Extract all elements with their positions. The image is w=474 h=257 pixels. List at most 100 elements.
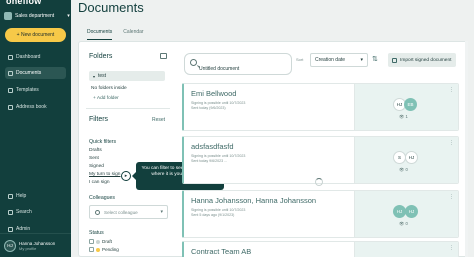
nav-label: Dashboard [16, 54, 41, 60]
search-icon [190, 59, 197, 66]
checkbox[interactable] [89, 239, 94, 244]
chevron-down-icon: ▾ [160, 209, 163, 215]
document-meta: Sent today 9/6/2023 ... [191, 159, 228, 163]
reset-filters-link[interactable]: Reset [152, 117, 165, 123]
tabs: Documents Calendar [87, 29, 144, 40]
sort-value: Creation date [315, 57, 346, 63]
filters-title: Filters [89, 116, 109, 123]
divider [86, 108, 170, 109]
scrollbar[interactable] [465, 41, 468, 257]
status-title: Status [89, 230, 104, 236]
colleague-select[interactable]: Select colleague ▾ [89, 205, 168, 219]
user-name: Hanna Johansson [19, 240, 56, 246]
avatar: HJ [4, 239, 16, 252]
document-card[interactable]: Contract Team AB ⋮ [182, 241, 459, 257]
document-meta: Sent 5 days ago (9/1/2023) [191, 213, 235, 217]
no-folders-text: No folders inside [91, 86, 127, 91]
document-meta: Signing is possible until 10/7/2023 [191, 101, 246, 105]
user-profile[interactable]: HJ Hanna Johansson My profile [0, 233, 71, 257]
nav-label: Admin [16, 226, 31, 232]
nav-label: Documents [16, 70, 42, 76]
page-title: Documents [78, 0, 144, 15]
document-signers: HJ EB 👁 1 ⋮ [354, 84, 458, 130]
nav-documents[interactable]: Documents [5, 67, 66, 79]
quick-filter-my-turn[interactable]: My turn to sign [89, 172, 120, 177]
signer-avatar: HJ [405, 151, 418, 164]
folders-title: Folders [89, 53, 113, 60]
admin-icon [8, 226, 13, 232]
views-count: 👁 0 [399, 167, 408, 172]
tab-documents[interactable]: Documents [87, 29, 113, 40]
signer-avatar: EB [404, 98, 417, 111]
nav-templates[interactable]: Templates [5, 84, 66, 96]
more-icon[interactable]: ⋮ [449, 140, 454, 146]
status-filter-pending[interactable]: Pending [89, 247, 119, 252]
status-dot-draft [96, 239, 100, 244]
nav-address-book[interactable]: Address book [5, 101, 66, 113]
org-name: Sales department [15, 13, 55, 19]
folder-item-test[interactable]: ▾ test [89, 71, 165, 81]
nav-dashboard[interactable]: Dashboard [5, 51, 66, 63]
quick-filter-sent[interactable]: Sent [89, 156, 99, 161]
folder-label: test [98, 73, 107, 79]
document-title: Hanna Johansson, Hanna Johansson [191, 196, 317, 205]
nav-label: Address book [16, 104, 47, 110]
org-switcher[interactable]: Sales department ▾ [4, 12, 70, 20]
document-card[interactable]: Hanna Johansson, Hanna Johansson Signing… [182, 190, 459, 238]
document-title: adsfasdfasfd [191, 142, 234, 151]
search-icon [8, 209, 13, 215]
document-signers: ⋮ [354, 242, 458, 257]
status-filter-draft[interactable]: Draft [89, 239, 112, 244]
nav-help[interactable]: Help [5, 190, 66, 202]
nav-search[interactable]: Search [5, 206, 66, 218]
org-icon [4, 12, 12, 20]
add-folder-link[interactable]: + Add folder [93, 96, 119, 101]
sort-label: Sort [296, 57, 304, 62]
help-icon [8, 193, 13, 199]
chevron-down-icon: ▾ [360, 57, 363, 63]
views-count: 👁 0 [399, 221, 408, 226]
document-card[interactable]: adsfasdfasfd Signing is possible until 1… [182, 136, 459, 184]
quick-filter-signed[interactable]: Signed [89, 164, 104, 169]
document-title: Emi Bellwood [191, 89, 237, 98]
document-signers: S HJ 👁 0 ⋮ [354, 137, 458, 183]
quick-filter-i-can-sign[interactable]: I can sign [89, 180, 110, 185]
chevron-down-icon: ▾ [67, 13, 70, 19]
dashboard-icon [8, 54, 13, 60]
add-folder-icon[interactable] [160, 53, 167, 59]
search-input[interactable]: Untitled document [184, 53, 292, 75]
signer-avatar: HJ [405, 205, 418, 218]
more-icon[interactable]: ⋮ [449, 87, 454, 93]
more-icon[interactable]: ⋮ [449, 194, 454, 200]
status-label: Pending [102, 247, 119, 252]
tooltip-target-icon[interactable]: ▸ [121, 171, 131, 181]
sort-select[interactable]: Creation date ▾ [310, 53, 368, 67]
colleague-placeholder: Select colleague [104, 209, 138, 215]
address-book-icon [8, 104, 13, 110]
user-profile-link: My profile [19, 245, 37, 251]
document-meta: Sent today (9/6/2023) [191, 106, 226, 110]
checkbox[interactable] [89, 247, 94, 252]
document-meta: Signing is possible until 10/7/2023 [191, 208, 246, 212]
nav-label: Templates [16, 87, 39, 93]
quick-filters-title: Quick filters [89, 139, 117, 145]
nav-label: Help [16, 193, 27, 199]
brand-logo: oneflow [6, 0, 42, 6]
play-icon: ▸ [124, 173, 128, 179]
document-signers: HJ HJ 👁 0 ⋮ [354, 191, 458, 237]
new-document-button[interactable]: + New document [5, 28, 66, 42]
colleagues-title: Colleagues [89, 195, 115, 201]
search-value: Untitled document [199, 66, 240, 72]
sort-direction-icon[interactable]: ⇅ [372, 55, 378, 63]
more-icon[interactable]: ⋮ [449, 245, 454, 251]
document-title: Contract Team AB [191, 247, 252, 256]
import-signed-document-button[interactable]: Import signed document [388, 53, 456, 67]
document-card[interactable]: Emi Bellwood Signing is possible until 1… [182, 83, 459, 131]
status-label: Draft [102, 239, 112, 244]
loading-spinner [315, 178, 323, 186]
documents-icon [8, 70, 13, 76]
tab-calendar[interactable]: Calendar [123, 29, 143, 40]
quick-filter-drafts[interactable]: Drafts [89, 148, 102, 153]
search-icon [95, 210, 100, 215]
document-meta: Signing is possible until 10/7/2023 [191, 154, 246, 158]
